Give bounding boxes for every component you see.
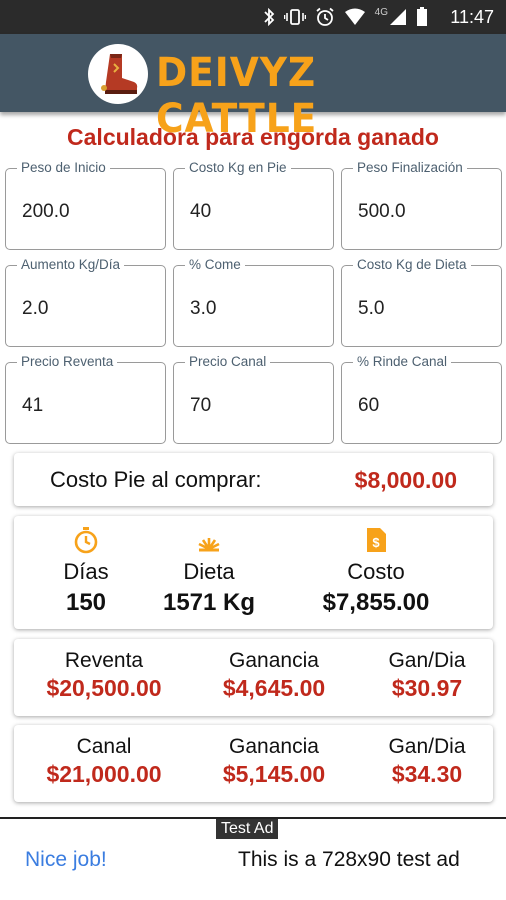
aumento-kg-dia-field[interactable]: Aumento Kg/Día 2.0 <box>5 257 166 347</box>
purchase-cost-value: $8,000.00 <box>354 467 457 493</box>
field-value[interactable]: 5.0 <box>358 298 384 320</box>
reventa-label: Reventa <box>64 649 144 672</box>
boot-logo-icon <box>88 44 148 104</box>
vibrate-icon <box>283 9 306 25</box>
gan-dia-label: Gan/Dia <box>388 649 466 672</box>
gan-dia-value: $34.30 <box>391 761 463 787</box>
dieta-value: 1571 Kg <box>162 589 256 616</box>
alarm-icon <box>316 7 334 26</box>
costo-label: Costo <box>347 559 405 584</box>
canal-ganancia-column: Ganancia $5,145.00 <box>199 735 349 788</box>
svg-text:$: $ <box>372 535 380 550</box>
ad-tag: Test Ad <box>216 819 279 839</box>
peso-finalizacion-field[interactable]: Peso Finalización 500.0 <box>341 160 502 250</box>
porcentaje-come-field[interactable]: % Come 3.0 <box>173 257 334 347</box>
field-value[interactable]: 70 <box>190 395 211 417</box>
field-label: Precio Reventa <box>17 354 118 369</box>
field-label: Precio Canal <box>185 354 271 369</box>
dieta-column: Dieta 1571 Kg <box>144 526 274 617</box>
bluetooth-icon <box>264 8 274 26</box>
resale-card: Reventa $20,500.00 Ganancia $4,645.00 Ga… <box>14 639 493 716</box>
precio-canal-field[interactable]: Precio Canal 70 <box>173 354 334 444</box>
battery-icon <box>417 7 427 26</box>
reventa-column: Reventa $20,500.00 <box>24 649 184 702</box>
field-label: Peso de Inicio <box>17 160 110 175</box>
purchase-cost-card: Costo Pie al comprar: $8,000.00 <box>14 453 493 506</box>
ad-nice-text[interactable]: Nice job! <box>25 848 107 872</box>
field-label: Peso Finalización <box>353 160 467 175</box>
canal-label: Canal <box>76 735 132 758</box>
ganancia-value: $5,145.00 <box>222 761 326 787</box>
field-value[interactable]: 2.0 <box>22 298 48 320</box>
ganancia-label: Ganancia <box>229 735 319 758</box>
costo-kg-pie-field[interactable]: Costo Kg en Pie 40 <box>173 160 334 250</box>
network-label: 4G <box>374 7 388 18</box>
dias-value: 150 <box>65 589 107 616</box>
page-title: Calculadora para engorda ganado <box>67 124 439 150</box>
app-bar: DEIVYZ CATTLE <box>0 34 506 142</box>
gan-dia-value: $30.97 <box>391 675 463 701</box>
field-label: % Rinde Canal <box>353 354 452 369</box>
rinde-canal-field[interactable]: % Rinde Canal 60 <box>341 354 502 444</box>
field-label: Costo Kg de Dieta <box>353 257 471 272</box>
reventa-value: $20,500.00 <box>46 675 162 701</box>
dieta-label: Dieta <box>183 559 235 584</box>
ganancia-value: $4,645.00 <box>222 675 326 701</box>
status-icons: 4G <box>263 7 428 27</box>
field-value[interactable]: 41 <box>22 395 43 417</box>
invoice-dollar-icon: $ <box>367 528 386 552</box>
grain-icon <box>198 538 220 552</box>
reventa-ganancia-column: Ganancia $4,645.00 <box>199 649 349 702</box>
dias-column: Días 150 <box>36 526 136 617</box>
costo-kg-dieta-field[interactable]: Costo Kg de Dieta 5.0 <box>341 257 502 347</box>
costo-value: $7,855.00 <box>322 589 430 616</box>
clock: 11:47 <box>450 7 494 27</box>
field-value[interactable]: 200.0 <box>22 201 70 223</box>
canal-gandia-column: Gan/Dia $34.30 <box>369 735 485 788</box>
canal-value: $21,000.00 <box>46 761 162 787</box>
field-label: Aumento Kg/Día <box>17 257 125 272</box>
canal-card: Canal $21,000.00 Ganancia $5,145.00 Gan/… <box>14 725 493 802</box>
status-bar: 4G 11:47 <box>0 0 506 34</box>
precio-reventa-field[interactable]: Precio Reventa 41 <box>5 354 166 444</box>
purchase-cost-label: Costo Pie al comprar: <box>50 467 262 492</box>
peso-inicio-field[interactable]: Peso de Inicio 200.0 <box>5 160 166 250</box>
ad-banner[interactable]: Test Ad Nice job! This is a 728x90 test … <box>0 817 506 900</box>
field-value[interactable]: 500.0 <box>358 201 406 223</box>
field-value[interactable]: 3.0 <box>190 298 216 320</box>
ganancia-label: Ganancia <box>229 649 319 672</box>
wifi-icon <box>344 8 365 25</box>
dias-label: Días <box>63 559 109 584</box>
ad-text[interactable]: This is a 728x90 test ad <box>238 848 460 872</box>
canal-column: Canal $21,000.00 <box>24 735 184 788</box>
gan-dia-label: Gan/Dia <box>388 735 466 758</box>
field-value[interactable]: 40 <box>190 201 211 223</box>
summary-card: Días 150 Dieta 1571 Kg $ Costo $7,855.00 <box>14 516 493 629</box>
field-label: % Come <box>185 257 245 272</box>
field-value[interactable]: 60 <box>358 395 379 417</box>
signal-icon <box>390 9 406 25</box>
field-label: Costo Kg en Pie <box>185 160 291 175</box>
costo-column: $ Costo $7,855.00 <box>286 526 466 617</box>
reventa-gandia-column: Gan/Dia $30.97 <box>369 649 485 702</box>
stopwatch-icon <box>74 527 98 554</box>
